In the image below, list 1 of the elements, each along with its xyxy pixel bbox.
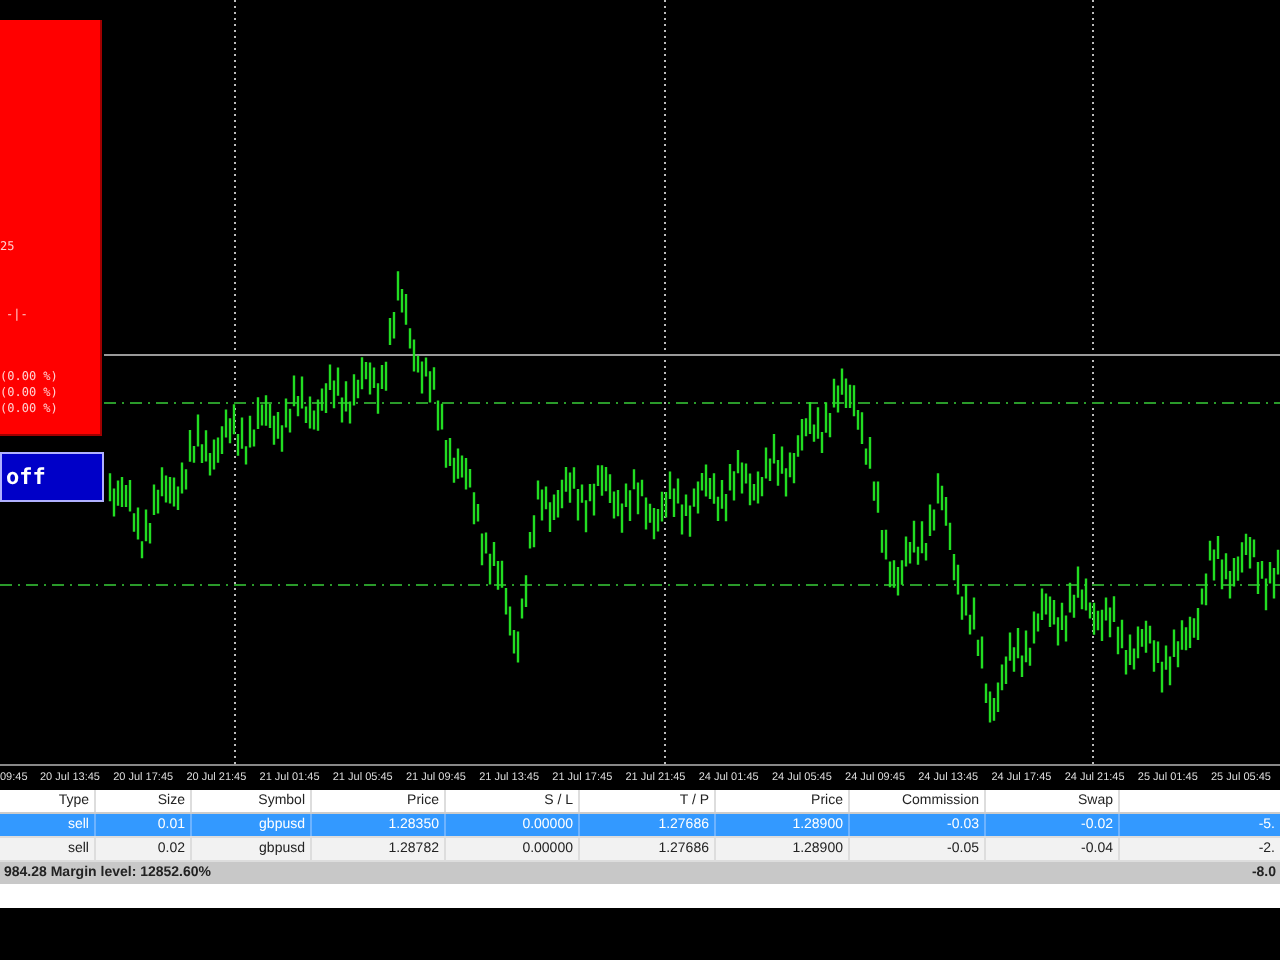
toggle-button[interactable]: off	[0, 452, 104, 502]
